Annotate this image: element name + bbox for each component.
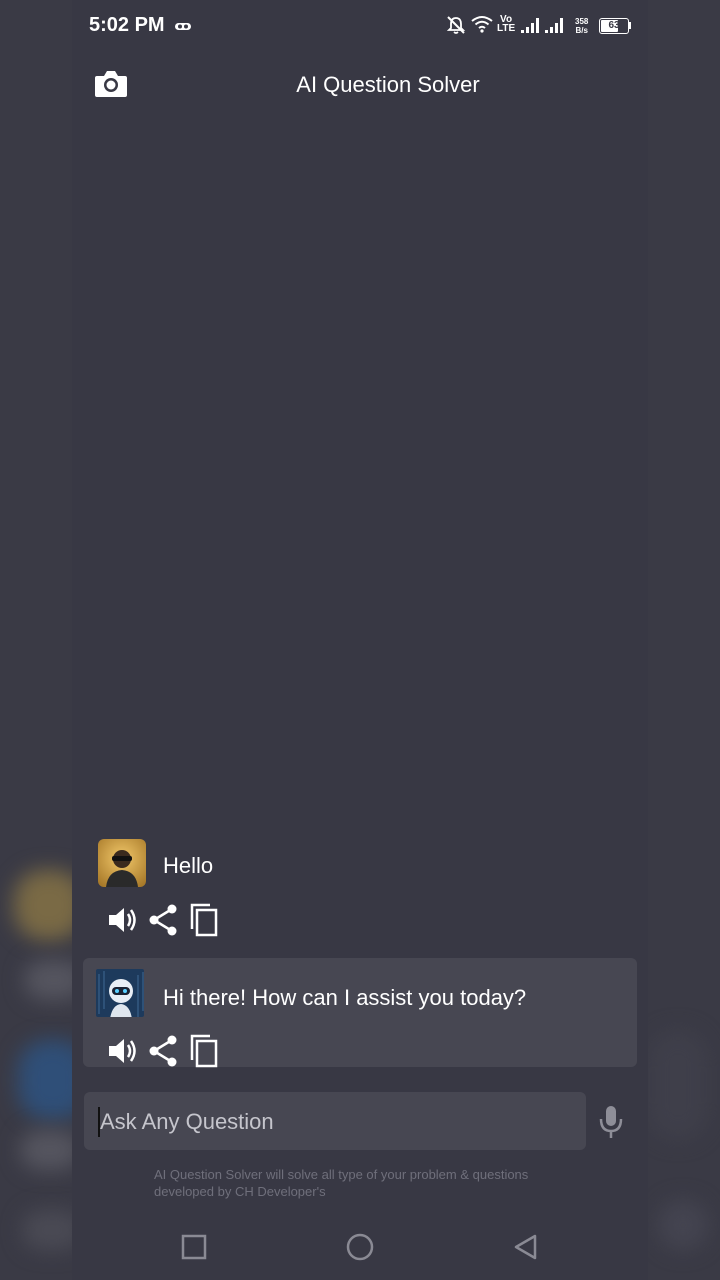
wifi-icon xyxy=(471,16,493,33)
footer-note-line-1: AI Question Solver will solve all type o… xyxy=(154,1167,529,1182)
battery-icon: 63 xyxy=(599,18,629,34)
incognito-icon xyxy=(175,23,191,30)
speaker-icon[interactable] xyxy=(106,1033,140,1069)
navigation-bar xyxy=(0,1212,720,1280)
bot-message-actions xyxy=(106,1033,226,1073)
status-bar: 5:02 PM Vo LTE 358 B/s 63 xyxy=(0,0,720,52)
question-input-container xyxy=(84,1092,586,1152)
volte-label: Vo LTE xyxy=(497,14,516,34)
bell-muted-icon xyxy=(446,16,466,34)
recents-square-icon[interactable] xyxy=(177,1230,211,1264)
bot-message-text: Hi there! How can I assist you today? xyxy=(163,985,527,1010)
user-message-text: Hello xyxy=(163,853,214,878)
status-time: 5:02 PM xyxy=(89,14,165,36)
speaker-icon[interactable] xyxy=(106,902,140,938)
top-bar: AI Question Solver xyxy=(0,52,720,118)
text-cursor xyxy=(98,1107,100,1137)
background-app-left xyxy=(0,0,72,1280)
share-icon[interactable] xyxy=(146,1033,180,1069)
back-triangle-icon[interactable] xyxy=(509,1230,543,1264)
signal-icon-2 xyxy=(545,18,563,33)
network-speed: 358 B/s xyxy=(575,17,589,35)
footer-note-line-2: developed by CH Developer's xyxy=(154,1184,326,1199)
signal-icon-1 xyxy=(521,18,539,33)
background-app-right xyxy=(648,0,720,1280)
copy-icon[interactable] xyxy=(188,1033,222,1069)
microphone-icon[interactable] xyxy=(597,1104,625,1140)
share-icon[interactable] xyxy=(146,902,180,938)
battery-tip xyxy=(629,22,631,29)
app-window xyxy=(72,0,648,1280)
battery-level: 63 xyxy=(608,20,620,31)
home-circle-icon[interactable] xyxy=(343,1230,377,1264)
user-avatar xyxy=(98,839,146,887)
user-message-actions xyxy=(106,902,226,942)
page-title: AI Question Solver xyxy=(296,72,480,97)
footer-note: AI Question Solver will solve all type o… xyxy=(154,1166,614,1200)
question-input[interactable] xyxy=(98,1092,582,1152)
copy-icon[interactable] xyxy=(188,902,222,938)
bot-avatar xyxy=(96,969,144,1017)
